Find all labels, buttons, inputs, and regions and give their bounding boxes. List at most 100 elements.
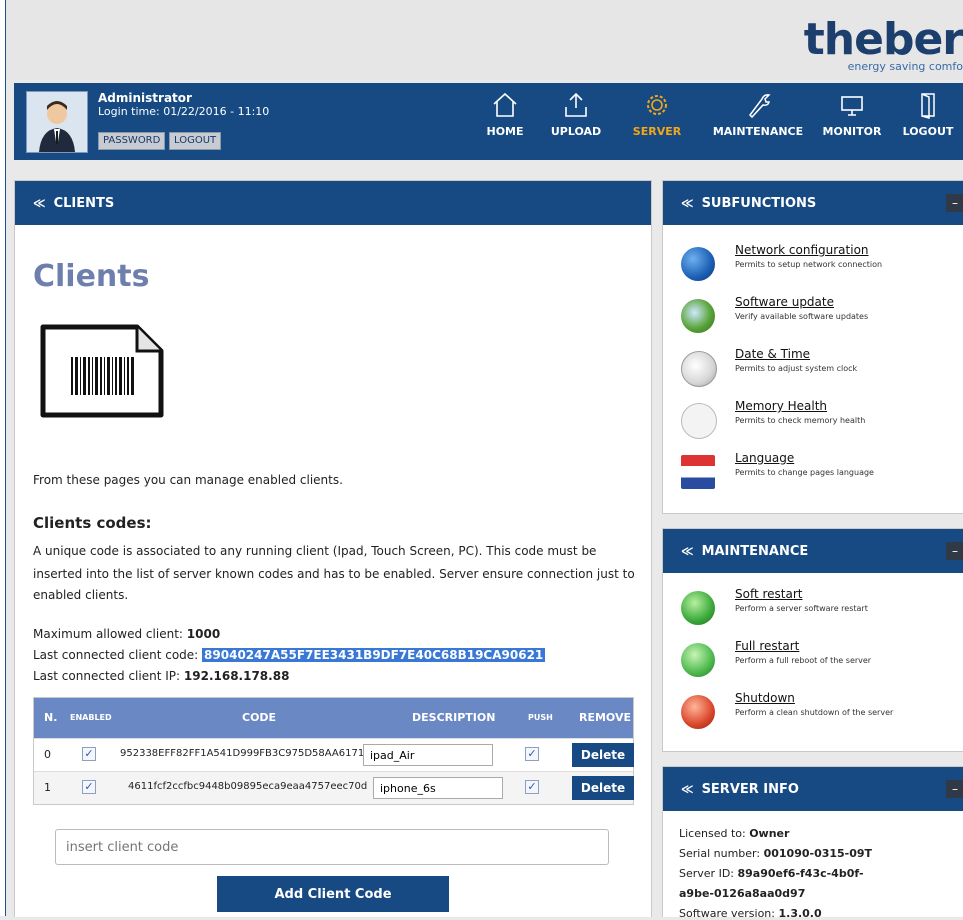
- subfunctions-panel-header[interactable]: ≪ SUBFUNCTIONS: [663, 181, 963, 225]
- nav-server[interactable]: SERVER: [617, 91, 697, 138]
- flags-icon: [681, 455, 715, 489]
- upload-icon: [565, 92, 587, 117]
- brand-logo: theber energy saving comfo: [763, 18, 963, 74]
- language-desc: Permits to change pages language: [735, 468, 874, 477]
- push-checkbox[interactable]: ✓: [525, 780, 539, 794]
- collapse-button[interactable]: –: [946, 542, 963, 560]
- enabled-checkbox[interactable]: ✓: [82, 747, 96, 761]
- full-restart-link[interactable]: Full restart: [735, 639, 799, 653]
- nav-home-label: HOME: [486, 125, 524, 138]
- monitor-icon: [841, 96, 863, 116]
- date-time-desc: Permits to adjust system clock: [735, 364, 858, 373]
- nav-server-label: SERVER: [632, 125, 682, 138]
- soft-restart-link[interactable]: Soft restart: [735, 587, 803, 601]
- server-info-header-label: SERVER INFO: [701, 782, 799, 797]
- row-code: 4611fcf2ccfbc9448b09895eca9eaa4757eec70d: [128, 781, 368, 792]
- collapse-button[interactable]: –: [946, 194, 963, 212]
- client-code-input[interactable]: [55, 829, 609, 865]
- network-config-desc: Permits to setup network connection: [735, 260, 883, 269]
- full-restart-icon: [681, 643, 715, 677]
- max-clients-label: Maximum allowed client:: [33, 627, 183, 641]
- nav-monitor[interactable]: MONITOR: [812, 91, 892, 138]
- top-navbar: Administrator Login time: 01/22/2016 - 1…: [14, 83, 963, 160]
- shutdown-link[interactable]: Shutdown: [735, 691, 795, 705]
- nav-upload[interactable]: UPLOAD: [536, 91, 616, 138]
- nav-home[interactable]: HOME: [465, 91, 545, 138]
- subfunctions-header-label: SUBFUNCTIONS: [701, 196, 817, 211]
- push-checkbox[interactable]: ✓: [525, 747, 539, 761]
- server-id: Server ID: 89a90ef6-f43c-4b0f-: [679, 867, 864, 880]
- server-id-value-2: a9be-0126a8aa0d97: [679, 887, 806, 900]
- serial-number: Serial number: 001090-0315-09T: [679, 847, 872, 860]
- col-n: N.: [44, 711, 58, 724]
- clock-icon: [681, 351, 717, 387]
- last-ip-line: Last connected client IP: 192.168.178.88: [33, 669, 289, 683]
- server-info-panel-header[interactable]: ≪ SERVER INFO: [663, 767, 963, 811]
- memory-health-desc: Permits to check memory health: [735, 416, 866, 425]
- collapse-chevron-icon: ≪: [33, 196, 46, 210]
- date-time-link[interactable]: Date & Time: [735, 347, 810, 361]
- software-update-link[interactable]: Software update: [735, 295, 834, 309]
- row-code: 952338EFF82FF1A541D999FB3C975D58AA617150: [120, 748, 377, 759]
- codes-desc-line-2: inserted into the list of server known c…: [33, 567, 635, 581]
- col-code: CODE: [242, 711, 277, 724]
- max-clients-value: 1000: [186, 627, 221, 641]
- login-time: Login time: 01/22/2016 - 11:10: [98, 105, 270, 118]
- description-input[interactable]: [363, 744, 493, 766]
- door-icon: [921, 93, 935, 119]
- memory-health-link[interactable]: Memory Health: [735, 399, 827, 413]
- page-title: Clients: [33, 259, 150, 294]
- software-update-desc: Verify available software updates: [735, 312, 869, 321]
- subfunctions-panel: ≪ SUBFUNCTIONS – Network configuration Pe…: [662, 180, 963, 514]
- password-button[interactable]: PASSWORD: [98, 132, 166, 150]
- collapse-chevron-icon: ≪: [681, 782, 694, 796]
- clients-table: N. ENABLED CODE DESCRIPTION PUSH REMOVE …: [33, 697, 634, 805]
- table-row: 0 ✓ 952338EFF82FF1A541D999FB3C975D58AA61…: [34, 738, 634, 771]
- enabled-checkbox[interactable]: ✓: [82, 780, 96, 794]
- col-description: DESCRIPTION: [412, 711, 496, 724]
- row-n: 0: [44, 748, 51, 761]
- add-client-code-button[interactable]: Add Client Code: [217, 876, 449, 912]
- home-icon: [493, 92, 517, 117]
- full-restart-desc: Perform a full reboot of the server: [735, 656, 872, 665]
- server-id-cont: a9be-0126a8aa0d97: [679, 887, 805, 900]
- codes-desc-line-3: enabled clients.: [33, 588, 129, 602]
- delete-button[interactable]: Delete: [572, 776, 634, 800]
- barcode-icon: [40, 324, 164, 418]
- server-id-value-1: 89a90ef6-f43c-4b0f-: [737, 867, 864, 880]
- clients-panel-header[interactable]: ≪ CLIENTS: [15, 181, 651, 225]
- last-code-line: Last connected client code: 89040247A55F…: [33, 648, 546, 662]
- maintenance-panel: ≪ MAINTENANCE – Soft restart Perform a se…: [662, 528, 963, 752]
- collapse-chevron-icon: ≪: [681, 196, 694, 210]
- max-clients-line: Maximum allowed client: 1000: [33, 627, 220, 641]
- update-icon: [681, 299, 715, 333]
- window-left-border: [0, 0, 6, 916]
- software-version: Software version: 1.3.0.0: [679, 907, 822, 920]
- serial-value: 001090-0315-09T: [763, 847, 873, 860]
- shutdown-desc: Perform a clean shutdown of the server: [735, 708, 894, 717]
- soft-restart-desc: Perform a server software restart: [735, 604, 868, 613]
- last-code-label: Last connected client code:: [33, 648, 199, 662]
- row-n: 1: [44, 781, 51, 794]
- gear-icon: [647, 95, 667, 115]
- table-header: N. ENABLED CODE DESCRIPTION PUSH REMOVE: [34, 698, 633, 738]
- language-link[interactable]: Language: [735, 451, 794, 465]
- licensed-value: Owner: [749, 827, 790, 840]
- top-banner: theber energy saving comfo: [6, 0, 963, 80]
- version-value: 1.3.0.0: [778, 907, 822, 920]
- collapse-button[interactable]: –: [946, 780, 963, 798]
- clients-header-label: CLIENTS: [53, 196, 115, 211]
- col-push: PUSH: [528, 713, 553, 722]
- soft-restart-icon: [681, 591, 715, 625]
- collapse-chevron-icon: ≪: [681, 544, 694, 558]
- logout-small-button[interactable]: LOGOUT: [169, 132, 222, 150]
- maintenance-panel-header[interactable]: ≪ MAINTENANCE: [663, 529, 963, 573]
- nav-logout[interactable]: LOGOUT: [893, 91, 963, 138]
- network-config-link[interactable]: Network configuration: [735, 243, 869, 257]
- delete-button[interactable]: Delete: [572, 743, 634, 767]
- intro-text: From these pages you can manage enabled …: [33, 473, 343, 487]
- nav-maintenance[interactable]: MAINTENANCE: [712, 91, 804, 138]
- maintenance-header-label: MAINTENANCE: [701, 544, 809, 559]
- last-code-value[interactable]: 89040247A55F7EE3431B9DF7E40C68B19CA90621: [202, 648, 546, 662]
- description-input[interactable]: [373, 777, 503, 799]
